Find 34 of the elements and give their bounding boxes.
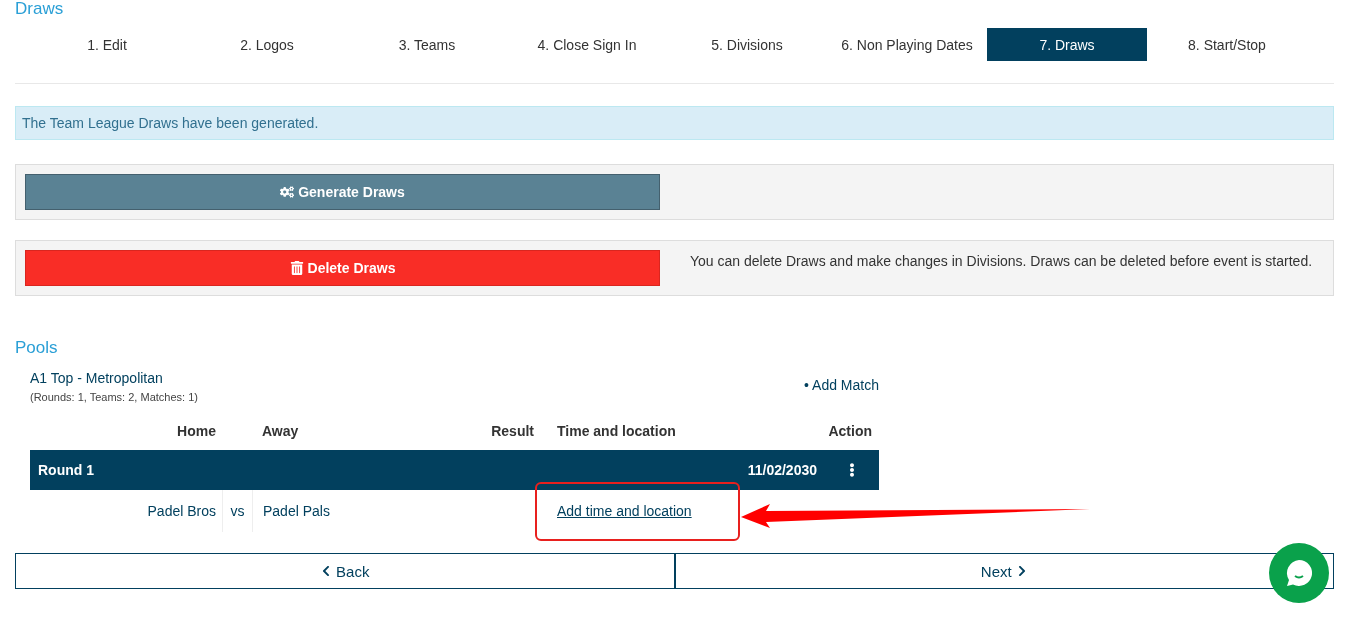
column-header: Action [827,422,873,441]
trash-icon [289,261,304,275]
step-tab[interactable]: 4. Close Sign In [507,28,667,61]
column-header: Home [176,422,217,441]
round-date: 11/02/2030 [747,462,817,478]
step-tab[interactable]: 8. Start/Stop [1147,28,1307,61]
step-tab[interactable]: 7. Draws [987,28,1147,61]
column-header: Result [490,422,535,441]
column-header: Away [261,422,300,441]
speech-bubble-icon [1284,558,1314,588]
step-tab[interactable]: 3. Teams [347,28,507,61]
round-label: Round 1 [38,462,94,478]
delete-draws-button[interactable]: Delete Draws [25,250,660,286]
column-header: Time and location [556,422,677,441]
pool-name: A1 Top - Metropolitan [30,370,164,386]
add-time-location-link[interactable]: Add time and location [557,503,692,519]
gears-icon [280,185,295,199]
success-alert: The Team League Draws have been generated. [15,106,1334,140]
pool-stats: (Rounds: 1, Teams: 2, Matches: 1) [30,391,198,403]
back-button[interactable]: Back [15,553,675,589]
away-team-cell: Padel Pals [252,490,432,532]
vs-cell: vs [222,490,252,532]
generate-draws-button[interactable]: Generate Draws [25,174,660,210]
add-match-link[interactable]: • Add Match [804,377,879,403]
step-tab[interactable]: 1. Edit [27,28,187,61]
step-tab[interactable]: 2. Logos [187,28,347,61]
chat-button[interactable] [1269,543,1329,603]
step-tab[interactable]: 6. Non Playing Dates [827,28,987,61]
next-button[interactable]: Next [674,553,1334,589]
home-team-cell-text: Padel Bros [146,502,217,521]
page-title: Draws [15,0,65,18]
section-title: Pools [15,338,59,358]
step-tab[interactable]: 5. Divisions [667,28,827,61]
delete-note: You can delete Draws and make changes in Divisions. Draws can be deleted before event is started. [690,252,1313,269]
